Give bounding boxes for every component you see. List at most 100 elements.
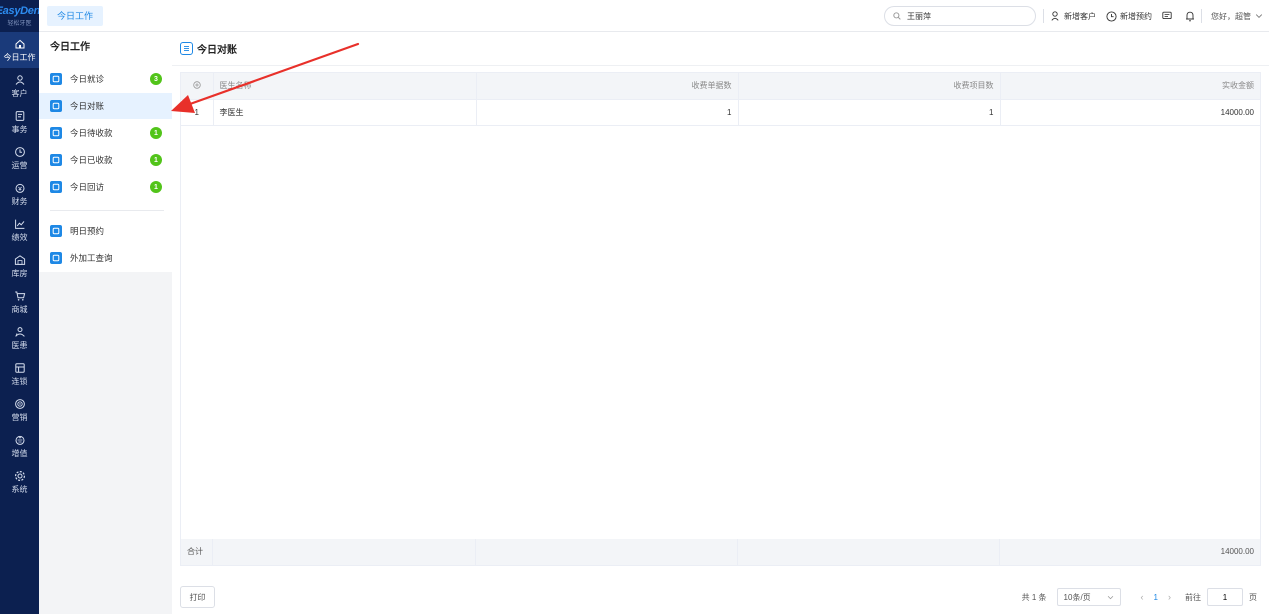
nav-item-2[interactable]: 客户 [0,68,39,104]
stethoscope-icon [50,73,62,85]
item-count: 1 [738,99,1001,126]
nav-label: 系统 [11,484,28,494]
calendar-icon [50,225,62,237]
doctor-icon [14,326,25,337]
new-appointment-button[interactable]: 新增预约 [1106,8,1152,24]
goto-label: 前往 [1185,592,1201,602]
marketing-icon [14,398,25,409]
nav-label: 商城 [11,304,28,314]
bell-icon[interactable] [1182,8,1198,24]
main-nav: EasyDent 轻松牙医 今日工作客户事务运营财务绩效库房商城医患连锁营销增值… [0,0,44,614]
bill-count: 1 [476,99,739,126]
nav-item-4[interactable]: 运营 [0,140,39,176]
sidebar-item-label: 今日已收款 [70,155,113,165]
prev-page-icon[interactable]: ‹ [1141,592,1144,602]
page-unit: 页 [1249,592,1257,602]
nav-label: 连锁 [11,376,28,386]
nav-item-10[interactable]: 连锁 [0,356,39,392]
page-title-text: 今日对账 [197,44,237,56]
column-header-items[interactable]: 收费项目数 [738,73,1001,100]
new-appointment-label: 新增预约 [1120,11,1152,21]
nav-item-7[interactable]: 库房 [0,248,39,284]
nav-label: 客户 [11,88,28,98]
column-header-amount[interactable]: 实收金额 [1000,73,1260,100]
column-header-doctor[interactable]: 医生名称 [213,73,477,100]
gear-icon [14,470,25,481]
sidebar-item-label: 今日对账 [70,101,105,111]
nav-item-13[interactable]: 系统 [0,464,39,500]
nav-item-9[interactable]: 医患 [0,320,39,356]
sidebar-item-2[interactable]: 今日对账 [39,93,172,119]
summary-cell [213,539,476,565]
nav-label: 营销 [11,412,28,422]
print-button[interactable]: 打印 [180,586,215,608]
count-badge: 1 [150,181,162,193]
sidebar-item-label: 今日回访 [70,182,105,192]
nav-label: 运营 [11,160,28,170]
page-current[interactable]: 1 [1154,593,1158,602]
pagination-total: 共 1 条 [1021,592,1047,602]
nav-item-1[interactable]: 今日工作 [0,32,39,68]
chain-icon [14,362,25,373]
nav-item-5[interactable]: 财务 [0,176,39,212]
document-icon [180,41,193,55]
sidebar-item-4[interactable]: 今日已收款 1 [39,147,172,173]
count-badge: 3 [150,73,162,85]
nav-item-3[interactable]: 事务 [0,104,39,140]
nav-item-12[interactable]: 增值 [0,428,39,464]
user-menu[interactable]: 您好，超管 [1211,8,1263,24]
table-row[interactable]: 1 李医生 1 1 14000.00 [181,99,1260,126]
nav-label: 事务 [11,124,28,134]
nav-item-6[interactable]: 绩效 [0,212,39,248]
divider [172,65,1269,66]
page-title: 今日对账 [180,40,237,56]
search-icon [893,12,901,20]
table-header-row: 医生名称 收费单据数 收费项目数 实收金额 [181,73,1260,100]
count-badge: 1 [150,127,162,139]
nav-label: 绩效 [11,232,28,242]
nav-label: 财务 [11,196,28,206]
main-panel: 今日对账 医生名称 收费单据数 收费项目数 实收金额 1 李医生 1 1 140… [172,32,1269,614]
nav-label: 今日工作 [3,52,36,62]
tab-today-work[interactable]: 今日工作 [47,6,104,26]
next-page-icon[interactable]: › [1168,592,1171,602]
doctor-name: 李医生 [213,99,477,126]
goto-page-input[interactable] [1207,588,1243,606]
chevron-down-icon [1255,14,1263,19]
nav-item-11[interactable]: 营销 [0,392,39,428]
expand-all-icon[interactable] [181,73,214,100]
sidebar-item-5[interactable]: 今日回访 1 [39,174,172,200]
user-icon [15,74,24,85]
sidebar-item-label: 外加工查询 [70,253,113,263]
sidebar-item-6[interactable]: 明日预约 [39,218,172,244]
cart-icon [14,291,25,301]
pagination: 共 1 条 10条/页 ‹ 1 › 前往 页 [1022,587,1257,607]
sidebar-item-label: 明日预约 [70,226,105,236]
customer-search[interactable] [884,6,1036,26]
column-header-bills[interactable]: 收费单据数 [476,73,739,100]
sidebar-item-1[interactable]: 今日就诊 3 [39,66,172,92]
new-customer-button[interactable]: 新增客户 [1051,8,1096,24]
sidebar-item-3[interactable]: 今日待收款 1 [39,120,172,146]
sidebar-item-7[interactable]: 外加工查询 [39,245,172,271]
logo-subtitle: 轻松牙医 [7,21,32,27]
divider [1043,9,1044,23]
summary-cell [738,539,1000,565]
pending-payment-icon [50,127,62,139]
logo: EasyDent 轻松牙医 [0,0,44,32]
search-input[interactable] [907,11,1017,21]
warehouse-icon [14,254,25,265]
summary-row: 合计 14000.00 [181,539,1260,565]
message-icon[interactable] [1159,8,1175,24]
sidebar-item-label: 今日就诊 [70,74,105,84]
reconciliation-table: 医生名称 收费单据数 收费项目数 实收金额 1 李医生 1 1 14000.00… [180,72,1261,566]
chart-icon [14,219,24,229]
logo-text: EasyDent [0,5,44,17]
callback-icon [50,181,62,193]
page-size-select[interactable]: 10条/页 [1056,588,1121,606]
sidebar-title: 今日工作 [50,42,90,53]
nav-item-8[interactable]: 商城 [0,284,39,320]
summary-cell [476,539,738,565]
chevron-down-icon [1107,595,1113,599]
nav-label: 库房 [11,268,28,278]
